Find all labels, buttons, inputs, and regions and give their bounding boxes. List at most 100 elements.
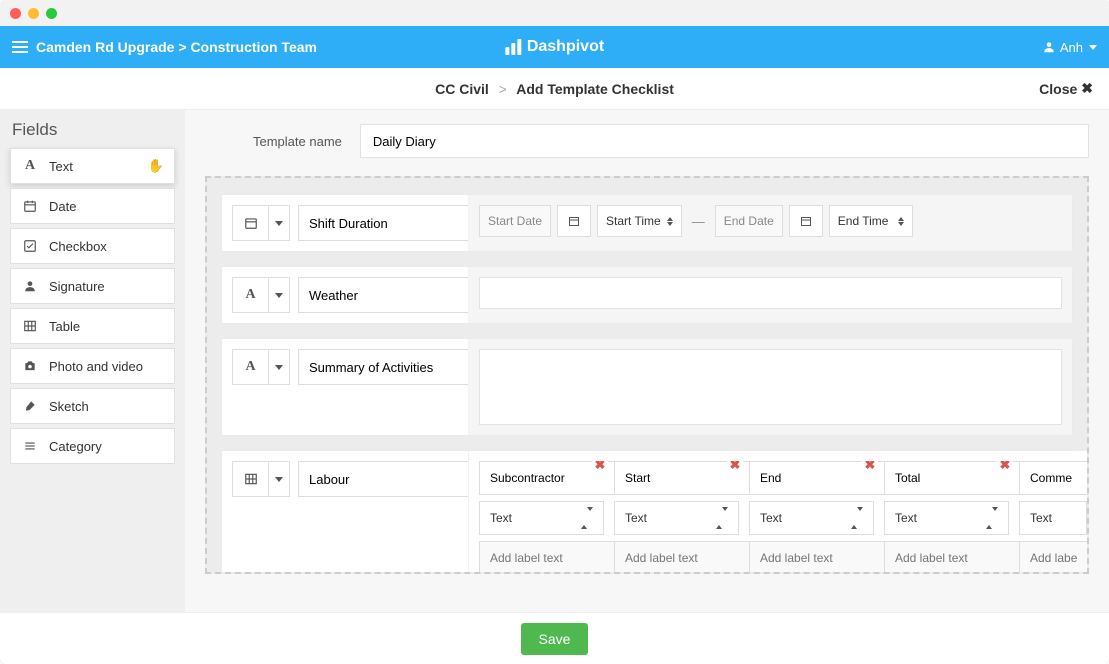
field-type-category[interactable]: Category bbox=[10, 428, 175, 464]
table-column[interactable]: ✖ Text bbox=[749, 461, 874, 574]
end-date-picker[interactable] bbox=[789, 205, 823, 237]
window-close-dot[interactable] bbox=[10, 8, 21, 19]
block-labour[interactable]: ✖ Text ✖ Text bbox=[221, 450, 1073, 574]
caret-down-icon bbox=[268, 277, 290, 313]
brand-icon bbox=[505, 39, 521, 55]
remove-column-button[interactable]: ✖ bbox=[862, 461, 878, 473]
template-name-input[interactable] bbox=[360, 124, 1089, 158]
calendar-icon bbox=[232, 205, 268, 241]
field-label: Text bbox=[49, 159, 73, 174]
user-icon bbox=[1042, 40, 1056, 54]
breadcrumb-project: Camden Rd Upgrade bbox=[36, 39, 174, 55]
footer: Save bbox=[0, 612, 1109, 664]
field-label: Signature bbox=[49, 279, 105, 294]
field-type-checkbox[interactable]: Checkbox bbox=[10, 228, 175, 264]
user-name: Anh bbox=[1060, 40, 1083, 55]
table-column[interactable]: Text bbox=[1019, 461, 1087, 574]
subheader-org: CC Civil bbox=[435, 81, 489, 97]
close-icon: ✖ bbox=[1081, 80, 1093, 97]
field-label: Sketch bbox=[49, 399, 89, 414]
field-label: Checkbox bbox=[49, 239, 107, 254]
block-name-input[interactable] bbox=[298, 205, 496, 241]
menu-icon[interactable] bbox=[12, 41, 28, 53]
caret-down-icon bbox=[268, 349, 290, 385]
window-max-dot[interactable] bbox=[46, 8, 57, 19]
save-button[interactable]: Save bbox=[521, 623, 589, 655]
grab-icon: ✋ bbox=[148, 158, 164, 174]
field-label: Date bbox=[49, 199, 76, 214]
field-type-table[interactable]: Table bbox=[10, 308, 175, 344]
column-type-select[interactable]: Text bbox=[749, 501, 874, 535]
field-type-text[interactable]: A Text ✋ bbox=[10, 148, 175, 184]
block-weather[interactable]: A bbox=[221, 266, 1073, 324]
close-button[interactable]: Close ✖ bbox=[1039, 80, 1093, 97]
checkbox-icon bbox=[21, 239, 39, 253]
table-icon bbox=[232, 461, 268, 497]
field-label: Category bbox=[49, 439, 102, 454]
block-summary[interactable]: A bbox=[221, 338, 1073, 436]
start-date-picker[interactable] bbox=[557, 205, 591, 237]
template-name-label: Template name bbox=[253, 134, 342, 149]
table-column[interactable]: ✖ Text bbox=[884, 461, 1009, 574]
subheader-sep: > bbox=[493, 81, 513, 97]
fields-sidebar: Fields A Text ✋ Date Checkbox Signatu bbox=[0, 110, 185, 612]
column-header-input[interactable] bbox=[1019, 461, 1087, 495]
remove-column-button[interactable]: ✖ bbox=[592, 461, 608, 473]
column-type-select[interactable]: Text bbox=[1019, 501, 1087, 535]
column-label-input[interactable] bbox=[1019, 541, 1087, 574]
person-icon bbox=[21, 279, 39, 293]
block-type-selector[interactable] bbox=[232, 205, 290, 241]
field-label: Table bbox=[49, 319, 80, 334]
breadcrumb-team: Construction Team bbox=[190, 39, 317, 55]
template-canvas[interactable]: Start Date Start Time — End Date End Tim… bbox=[205, 176, 1089, 574]
table-icon bbox=[21, 319, 39, 333]
block-name-input[interactable] bbox=[298, 349, 496, 385]
brand-logo[interactable]: Dashpivot bbox=[505, 38, 604, 56]
subheader: CC Civil > Add Template Checklist Close … bbox=[0, 68, 1109, 110]
text-icon: A bbox=[21, 158, 39, 174]
summary-text-input[interactable] bbox=[479, 349, 1062, 425]
column-type-select[interactable]: Text bbox=[479, 501, 604, 535]
block-name-input[interactable] bbox=[298, 277, 496, 313]
block-type-selector[interactable]: A bbox=[232, 349, 290, 385]
block-shift-duration[interactable]: Start Date Start Time — End Date End Tim… bbox=[221, 194, 1073, 252]
field-type-sketch[interactable]: Sketch bbox=[10, 388, 175, 424]
weather-text-input[interactable] bbox=[479, 277, 1062, 309]
brush-icon bbox=[21, 399, 39, 413]
block-type-selector[interactable] bbox=[232, 461, 290, 497]
camera-icon bbox=[21, 359, 39, 373]
column-type-select[interactable]: Text bbox=[614, 501, 739, 535]
field-label: Photo and video bbox=[49, 359, 143, 374]
table-column[interactable]: ✖ Text bbox=[479, 461, 604, 574]
column-type-select[interactable]: Text bbox=[884, 501, 1009, 535]
close-label: Close bbox=[1039, 81, 1077, 97]
calendar-icon bbox=[21, 199, 39, 213]
breadcrumb-sep: > bbox=[178, 39, 186, 55]
text-icon: A bbox=[232, 349, 268, 385]
block-name-input[interactable] bbox=[298, 461, 496, 497]
end-time-select[interactable]: End Time bbox=[829, 205, 913, 237]
sidebar-title: Fields bbox=[10, 120, 175, 140]
field-type-photo[interactable]: Photo and video bbox=[10, 348, 175, 384]
remove-column-button[interactable]: ✖ bbox=[997, 461, 1013, 473]
field-type-signature[interactable]: Signature bbox=[10, 268, 175, 304]
breadcrumb[interactable]: Camden Rd Upgrade > Construction Team bbox=[36, 39, 317, 55]
brand-name: Dashpivot bbox=[527, 38, 604, 56]
caret-down-icon bbox=[1089, 45, 1097, 50]
remove-column-button[interactable]: ✖ bbox=[727, 461, 743, 473]
template-canvas-area: Template name Start Date bbox=[185, 110, 1109, 612]
block-type-selector[interactable]: A bbox=[232, 277, 290, 313]
end-date-input[interactable]: End Date bbox=[715, 205, 783, 237]
start-date-input[interactable]: Start Date bbox=[479, 205, 551, 237]
start-time-select[interactable]: Start Time bbox=[597, 205, 682, 237]
caret-down-icon bbox=[268, 461, 290, 497]
user-menu[interactable]: Anh bbox=[1042, 40, 1097, 55]
field-type-date[interactable]: Date bbox=[10, 188, 175, 224]
caret-down-icon bbox=[268, 205, 290, 241]
subheader-page: Add Template Checklist bbox=[516, 81, 674, 97]
window-min-dot[interactable] bbox=[28, 8, 39, 19]
text-icon: A bbox=[232, 277, 268, 313]
range-separator: — bbox=[688, 214, 709, 229]
table-column[interactable]: ✖ Text bbox=[614, 461, 739, 574]
window-titlebar bbox=[0, 0, 1109, 26]
